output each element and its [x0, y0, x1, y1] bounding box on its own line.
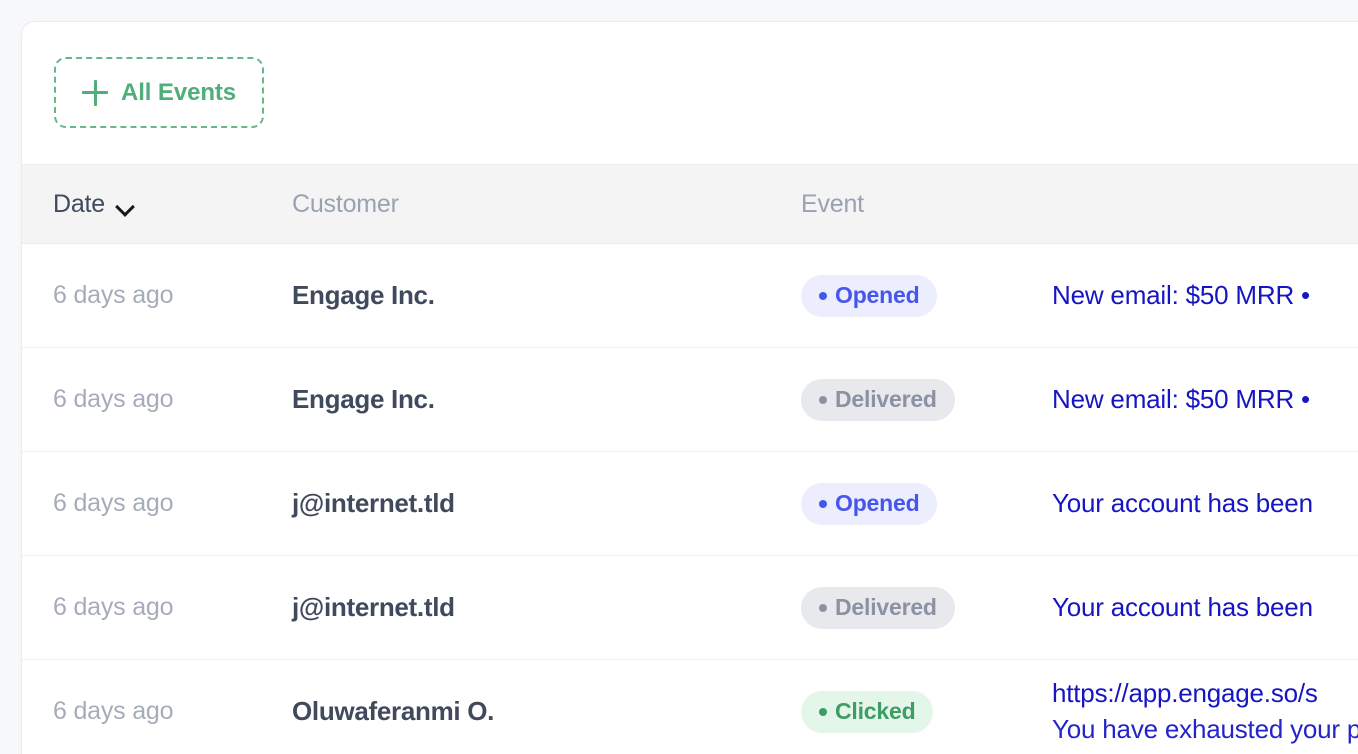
- cell-event: Delivered: [801, 586, 1052, 629]
- status-badge: Opened: [801, 482, 938, 525]
- cell-description: https://app.engage.so/s You have exhaust…: [1052, 678, 1358, 745]
- column-header-event-label: Event: [801, 189, 864, 218]
- chevron-down-icon[interactable]: [116, 200, 134, 211]
- all-events-button-label: All Events: [121, 78, 237, 106]
- cell-date: 6 days ago: [53, 593, 174, 621]
- status-dot-icon: [819, 499, 827, 508]
- cell-event: Clicked: [801, 690, 1052, 733]
- events-table: Date Customer Event 6 days ago Engage In…: [22, 164, 1358, 754]
- plus-icon: [82, 79, 108, 106]
- cell-date: 6 days ago: [53, 697, 174, 725]
- event-description-link[interactable]: New email: $50 MRR •: [1052, 280, 1310, 311]
- cell-customer: Engage Inc.: [292, 280, 435, 310]
- status-dot-icon: [819, 395, 827, 404]
- table-row[interactable]: 6 days ago Oluwaferanmi O. Clicked https…: [22, 660, 1358, 754]
- all-events-button[interactable]: All Events: [54, 57, 265, 128]
- table-header-row: Date Customer Event: [22, 164, 1358, 244]
- cell-date: 6 days ago: [53, 281, 174, 309]
- page-root: All Events Date Customer Event 6 days ag…: [0, 0, 1358, 754]
- cell-date: 6 days ago: [53, 489, 174, 517]
- cell-customer: Engage Inc.: [292, 384, 435, 414]
- table-row[interactable]: 6 days ago Engage Inc. Opened New email:…: [22, 244, 1358, 348]
- event-description-link[interactable]: New email: $50 MRR •: [1052, 384, 1310, 415]
- event-description-subline[interactable]: You have exhausted your pla: [1052, 714, 1358, 745]
- table-row[interactable]: 6 days ago j@internet.tld Opened Your ac…: [22, 452, 1358, 556]
- cell-customer: j@internet.tld: [292, 592, 455, 622]
- status-badge: Opened: [801, 274, 938, 317]
- event-description-link[interactable]: Your account has been: [1052, 592, 1313, 623]
- status-dot-icon: [819, 603, 827, 612]
- cell-event: Delivered: [801, 378, 1052, 421]
- event-description-link[interactable]: https://app.engage.so/s: [1052, 678, 1318, 709]
- status-dot-icon: [819, 707, 827, 716]
- cell-event: Opened: [801, 274, 1052, 317]
- column-header-date-label: Date: [53, 189, 106, 218]
- table-row[interactable]: 6 days ago j@internet.tld Delivered Your…: [22, 556, 1358, 660]
- column-header-event[interactable]: Event: [801, 190, 1052, 219]
- table-body: 6 days ago Engage Inc. Opened New email:…: [22, 244, 1358, 754]
- cell-customer: Oluwaferanmi O.: [292, 696, 495, 726]
- status-badge: Delivered: [801, 378, 955, 421]
- column-header-customer-label: Customer: [292, 189, 399, 218]
- cell-description: New email: $50 MRR •: [1052, 384, 1358, 415]
- cell-description: Your account has been: [1052, 488, 1358, 519]
- status-badge-label: Opened: [835, 282, 920, 308]
- status-badge: Clicked: [801, 690, 934, 733]
- cell-event: Opened: [801, 482, 1052, 525]
- table-row[interactable]: 6 days ago Engage Inc. Delivered New ema…: [22, 348, 1358, 452]
- cell-date: 6 days ago: [53, 385, 174, 413]
- cell-customer: j@internet.tld: [292, 488, 455, 518]
- cell-description: New email: $50 MRR •: [1052, 280, 1358, 311]
- status-badge: Delivered: [801, 586, 955, 629]
- status-badge-label: Delivered: [835, 594, 937, 620]
- status-badge-label: Opened: [835, 490, 920, 516]
- column-header-customer[interactable]: Customer: [292, 190, 801, 219]
- events-card: All Events Date Customer Event 6 days ag…: [21, 21, 1358, 754]
- event-description-link[interactable]: Your account has been: [1052, 488, 1313, 519]
- status-dot-icon: [819, 291, 827, 300]
- column-header-date[interactable]: Date: [22, 190, 292, 219]
- toolbar: All Events: [22, 22, 1358, 164]
- cell-description: Your account has been: [1052, 592, 1358, 623]
- status-badge-label: Delivered: [835, 386, 937, 412]
- status-badge-label: Clicked: [835, 698, 916, 724]
